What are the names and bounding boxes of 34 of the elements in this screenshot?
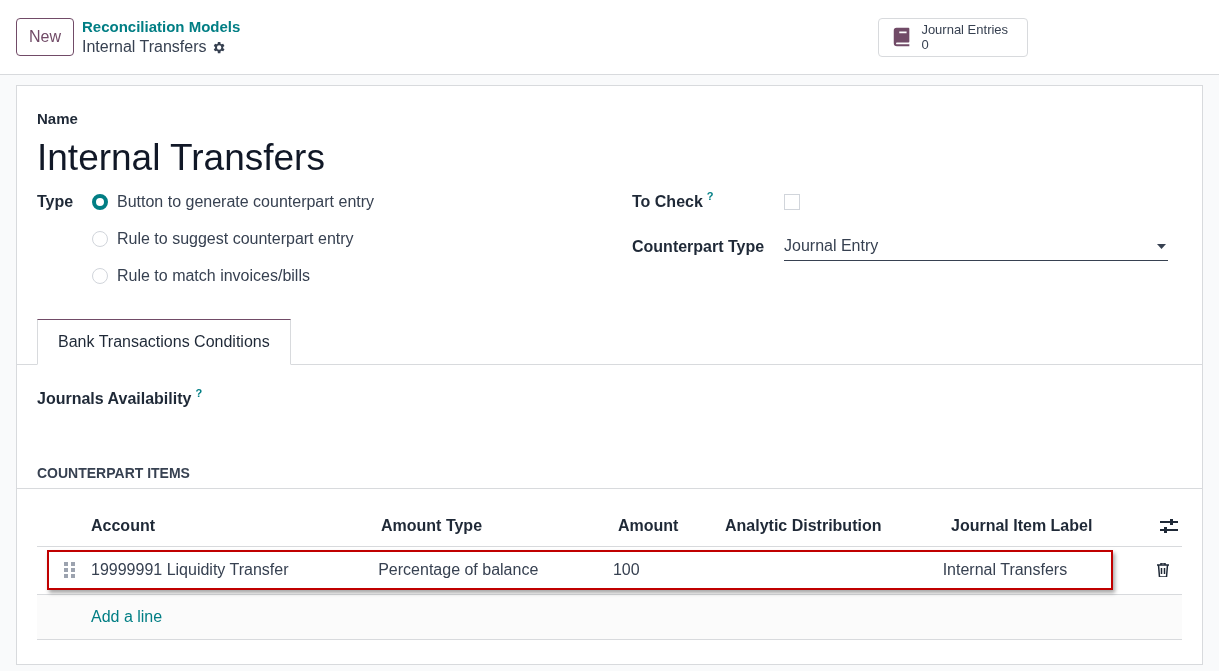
journal-entries-button[interactable]: Journal Entries 0 [878,17,1029,57]
field-label: Name [37,109,79,129]
checkbox[interactable] [784,193,800,210]
record-name: Internal Transfers [37,135,326,180]
table-cell-text: Percentage of balance [378,560,540,580]
column-header[interactable]: Analytic Distribution [725,514,951,538]
table-cell-text: 100 [612,560,641,580]
column-header[interactable]: Journal Item Label [951,514,1121,538]
help-icon[interactable]: ? [195,386,203,399]
radio-option[interactable]: Rule to match invoices/bills [92,262,375,289]
column-header[interactable]: Amount Type [381,514,618,538]
radio-button[interactable] [92,193,108,210]
field-label: Type [37,191,75,212]
field-label: To Check [632,191,703,212]
radio-option[interactable]: Button to generate counterpart entry [92,188,375,215]
column-header[interactable]: Amount [618,514,725,538]
trash-icon[interactable] [1157,563,1169,577]
table-cell-text: Internal Transfers [942,560,1069,580]
column-header[interactable]: Account [91,514,381,538]
drag-handle-icon[interactable] [64,562,75,578]
column-settings-icon[interactable] [1160,518,1178,534]
add-line-link[interactable]: Add a line [91,604,163,629]
section-heading: COUNTERPART ITEMS [37,464,190,481]
field-label: Journals Availability [37,388,192,409]
table-cell-text: 19999991 Liquidity Transfer [91,560,290,580]
help-icon[interactable]: ? [706,189,714,202]
caret-icon [1157,243,1166,249]
radio-option[interactable]: Rule to suggest counterpart entry [92,225,375,252]
field-label: Counterpart Type [632,236,766,257]
record-title: Internal Transfers [82,37,207,57]
select-field[interactable]: Journal Entry [784,232,1168,261]
tab[interactable]: Bank Transactions Conditions [37,318,291,365]
breadcrumb-link[interactable]: Reconciliation Models [82,17,241,37]
new-button[interactable]: New [16,18,74,56]
